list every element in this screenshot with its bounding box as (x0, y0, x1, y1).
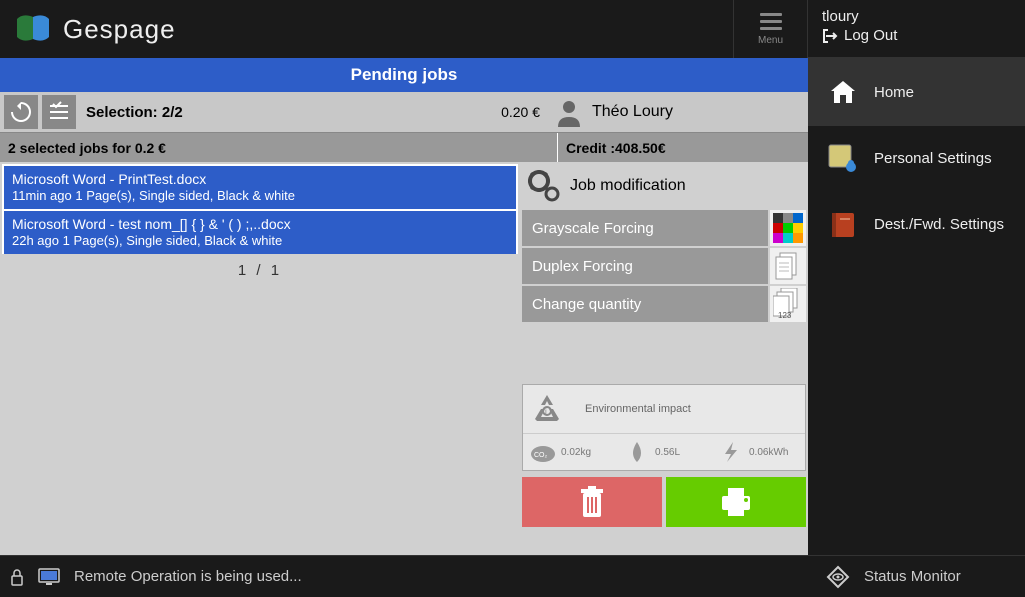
env-energy: 0.06kWh (711, 434, 805, 470)
action-row (522, 477, 806, 527)
summary-credit: Credit :408.50€ (558, 133, 808, 162)
grayscale-row: Grayscale Forcing (522, 210, 806, 246)
logout-icon (822, 28, 838, 44)
duplex-icon (770, 248, 806, 284)
status-bar: Remote Operation is being used... (0, 555, 808, 597)
job-detail: 22h ago 1 Page(s), Single sided, Black &… (12, 233, 508, 250)
duplex-button[interactable]: Duplex Forcing (522, 248, 768, 284)
user-badge: Théo Loury (554, 97, 804, 127)
cost-text: 0.20 € (501, 104, 540, 120)
logout-label: Log Out (844, 27, 897, 44)
brand-name: Gespage (63, 14, 176, 45)
env-head: i Environmental impact (523, 385, 805, 433)
logout-button[interactable]: Log Out (822, 27, 1011, 44)
username: tloury (822, 8, 1011, 25)
user-icon (554, 97, 584, 127)
selection-text: Selection: 2/2 (86, 104, 183, 121)
checklist-icon (47, 100, 71, 124)
job-title: Microsoft Word - test nom_[] { } & ' ( )… (12, 215, 508, 233)
droplet-icon (623, 440, 651, 464)
job-item[interactable]: Microsoft Word - test nom_[] { } & ' ( )… (2, 209, 518, 254)
refresh-icon (9, 100, 33, 124)
summary-row: 2 selected jobs for 0.2 € Credit :408.50… (0, 132, 808, 162)
job-item[interactable]: Microsoft Word - PrintTest.docx 11min ag… (2, 164, 518, 209)
nav-home-label: Home (874, 84, 914, 101)
toolbar: Selection: 2/2 0.20 € Théo Loury (0, 92, 808, 132)
mod-header: Job modification (522, 164, 806, 208)
recycle-icon: i (529, 391, 565, 427)
quantity-icon: 123 (770, 286, 806, 322)
bolt-icon (717, 440, 745, 464)
grayscale-button[interactable]: Grayscale Forcing (522, 210, 768, 246)
env-label: Environmental impact (585, 403, 691, 415)
trash-icon (577, 485, 607, 519)
status-monitor-button[interactable]: Status Monitor (808, 555, 1025, 597)
cloud-icon: CO₂ (529, 440, 557, 464)
env-co2-val: 0.02kg (561, 447, 591, 458)
quantity-row: Change quantity 123 (522, 286, 806, 322)
pagination: 1 / 1 (2, 254, 518, 287)
right-panel: tloury Log Out Home Personal Settings De… (808, 0, 1025, 597)
color-swatch-icon (770, 210, 806, 246)
select-all-button[interactable] (42, 95, 76, 129)
quantity-button[interactable]: Change quantity (522, 286, 768, 322)
diamond-eye-icon (826, 565, 850, 589)
hamburger-icon (760, 13, 782, 30)
user-name: Théo Loury (592, 103, 673, 121)
env-water-val: 0.56L (655, 447, 680, 458)
svg-text:123: 123 (778, 311, 792, 320)
monitor-icon (38, 568, 60, 586)
refresh-button[interactable] (4, 95, 38, 129)
print-button[interactable] (666, 477, 806, 527)
env-impact-box: i Environmental impact CO₂ 0.02kg 0.56L (522, 384, 806, 471)
home-icon (826, 75, 860, 109)
svg-text:CO₂: CO₂ (534, 452, 548, 459)
personal-settings-icon (826, 142, 860, 176)
job-list: Microsoft Word - PrintTest.docx 11min ag… (0, 162, 520, 555)
status-text: Remote Operation is being used... (74, 568, 302, 585)
body-split: Microsoft Word - PrintTest.docx 11min ag… (0, 162, 808, 555)
job-detail: 11min ago 1 Page(s), Single sided, Black… (12, 188, 508, 205)
env-co2: CO₂ 0.02kg (523, 434, 617, 470)
nav-personal[interactable]: Personal Settings (808, 126, 1025, 192)
env-stats: CO₂ 0.02kg 0.56L 0.06kWh (523, 433, 805, 470)
duplex-row: Duplex Forcing (522, 248, 806, 284)
nav-home[interactable]: Home (808, 58, 1025, 126)
env-water: 0.56L (617, 434, 711, 470)
logo-icon (10, 9, 55, 49)
nav-personal-label: Personal Settings (874, 150, 992, 168)
topbar: Gespage Menu (0, 0, 808, 58)
summary-left: 2 selected jobs for 0.2 € (0, 133, 558, 162)
content-area: Selection: 2/2 0.20 € Théo Loury 2 selec… (0, 92, 808, 555)
status-monitor-label: Status Monitor (864, 568, 961, 585)
printer-icon (718, 486, 754, 518)
mod-header-label: Job modification (570, 177, 686, 195)
user-panel: tloury Log Out (808, 0, 1025, 58)
job-title: Microsoft Word - PrintTest.docx (12, 170, 508, 188)
lock-icon (10, 568, 24, 586)
menu-label: Menu (758, 35, 783, 46)
nav-dest-label: Dest./Fwd. Settings (874, 216, 1004, 234)
main-panel: Gespage Menu Pending jobs Selection: 2/2… (0, 0, 808, 597)
address-book-icon (826, 208, 860, 242)
page-title: Pending jobs (0, 58, 808, 92)
delete-button[interactable] (522, 477, 662, 527)
env-energy-val: 0.06kWh (749, 447, 788, 458)
svg-text:i: i (545, 407, 547, 416)
modification-panel: Job modification Grayscale Forcing Duple… (520, 162, 808, 555)
nav-dest[interactable]: Dest./Fwd. Settings (808, 192, 1025, 258)
menu-button[interactable]: Menu (733, 0, 808, 58)
gear-icon (526, 168, 562, 204)
